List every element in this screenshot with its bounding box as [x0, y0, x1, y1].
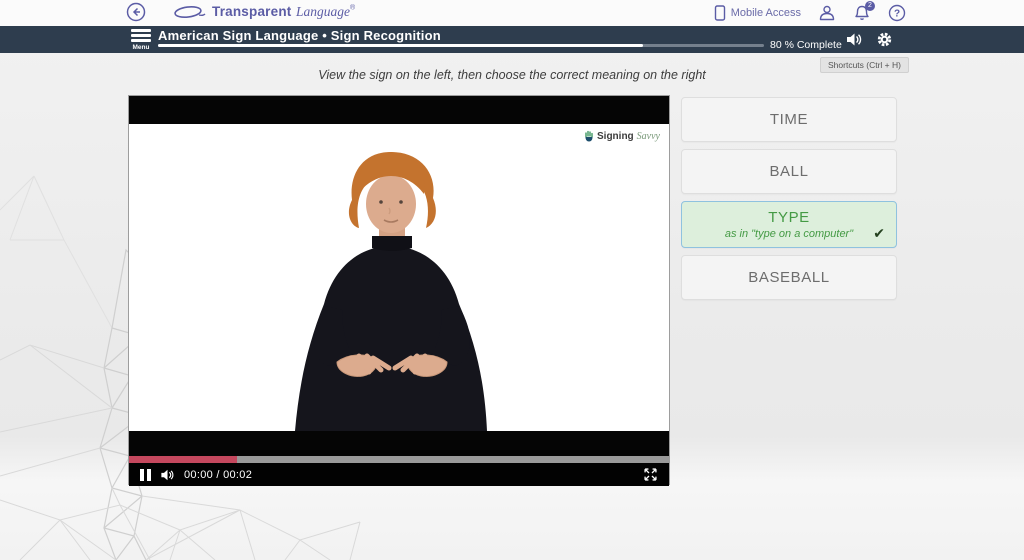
brand-registered-mark: ®	[350, 5, 355, 12]
answer-label: BALL	[769, 163, 808, 180]
hamburger-icon	[130, 29, 152, 42]
answer-time[interactable]: TIME	[681, 97, 897, 142]
volume-icon[interactable]	[160, 468, 175, 482]
pause-button[interactable]	[140, 469, 151, 481]
gear-icon	[876, 31, 893, 48]
lesson-progress-fill	[158, 44, 643, 47]
sound-settings-button[interactable]	[845, 31, 862, 48]
menu-button[interactable]: Menu	[130, 29, 152, 51]
signing-savvy-watermark: Signing Savvy	[584, 130, 660, 142]
video-letterbox-top	[129, 96, 669, 124]
signer-illustration	[129, 124, 669, 431]
svg-text:?: ?	[894, 9, 900, 20]
notification-badge: 2	[865, 1, 875, 11]
answer-type-correct[interactable]: TYPE as in "type on a computer" ✔	[681, 201, 897, 248]
answer-baseball[interactable]: BASEBALL	[681, 255, 897, 300]
video-control-bar: 00:00 / 00:02	[129, 463, 669, 486]
brand-logo[interactable]: Transparent Language®	[172, 3, 355, 21]
watermark-text-primary: Signing	[597, 131, 634, 142]
sign-video-player: Signing Savvy 00:00 / 00:02	[128, 95, 670, 485]
lesson-title: American Sign Language • Sign Recognitio…	[158, 28, 441, 43]
lesson-nav-bar: Menu American Sign Language • Sign Recog…	[0, 26, 1024, 53]
answer-label: TIME	[770, 111, 808, 128]
answer-subtitle: as in "type on a computer"	[725, 228, 853, 240]
top-bar: Transparent Language® Mobile Access 2	[0, 0, 1024, 26]
video-letterbox-bottom	[129, 431, 669, 456]
lesson-progress-bar	[158, 44, 764, 47]
answer-label: BASEBALL	[748, 269, 830, 286]
back-button[interactable]	[126, 2, 146, 22]
fullscreen-button[interactable]	[643, 467, 658, 482]
mobile-access-link[interactable]: Mobile Access	[714, 5, 801, 21]
answer-label: TYPE	[768, 209, 810, 226]
speaker-icon	[845, 31, 862, 48]
instruction-text: View the sign on the left, then choose t…	[0, 68, 1024, 82]
video-time-display: 00:00 / 00:02	[184, 469, 252, 481]
top-bar-actions: Mobile Access 2 ?	[714, 0, 906, 26]
brand-name-italic: Language	[296, 4, 350, 19]
account-button[interactable]	[818, 4, 836, 22]
watermark-text-secondary: Savvy	[637, 131, 660, 142]
signing-savvy-hand-icon	[584, 130, 594, 142]
answer-ball[interactable]: BALL	[681, 149, 897, 194]
notifications-button[interactable]: 2	[853, 4, 871, 22]
settings-button[interactable]	[876, 31, 893, 48]
user-icon	[818, 4, 836, 22]
progress-percent-label: 80 % Complete	[770, 39, 842, 51]
video-seek-bar[interactable]	[129, 456, 669, 463]
check-icon: ✔	[873, 225, 885, 242]
help-button[interactable]: ?	[888, 4, 906, 22]
brand-name-bold: Transparent	[212, 4, 291, 19]
phone-icon	[714, 5, 726, 21]
video-seek-fill	[129, 456, 237, 463]
answer-choices: TIME BALL TYPE as in "type on a computer…	[681, 97, 897, 300]
help-icon: ?	[888, 4, 906, 22]
video-frame[interactable]: Signing Savvy	[129, 124, 669, 431]
menu-button-label: Menu	[130, 44, 152, 51]
brand-swoosh-icon	[172, 4, 206, 20]
mobile-access-label: Mobile Access	[731, 7, 801, 19]
